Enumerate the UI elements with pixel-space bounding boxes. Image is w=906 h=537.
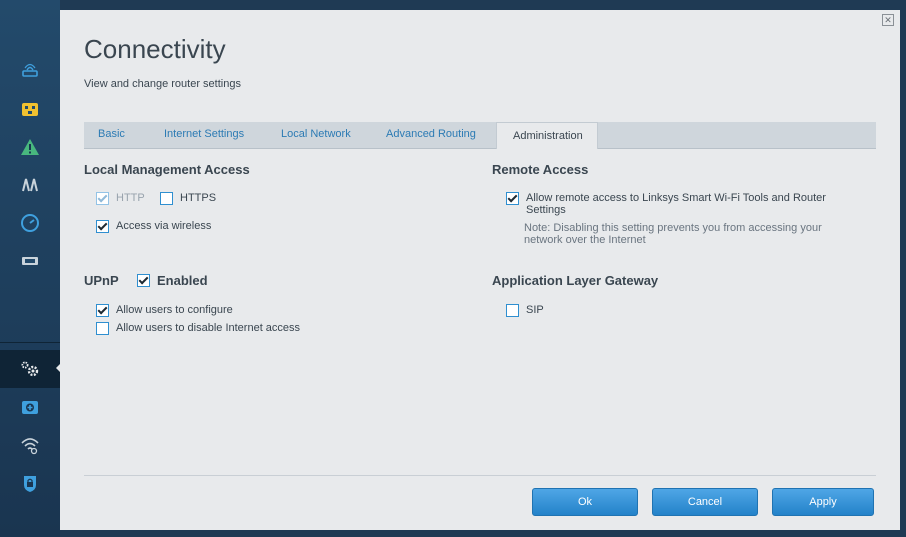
remote-access-heading: Remote Access bbox=[492, 162, 589, 177]
sidebar-item-parental[interactable] bbox=[0, 166, 60, 204]
https-option[interactable]: HTTPS bbox=[160, 192, 216, 205]
sidebar bbox=[0, 0, 62, 537]
wireless-access-checkbox[interactable] bbox=[96, 220, 109, 233]
tab-advanced-routing[interactable]: Advanced Routing bbox=[386, 128, 476, 140]
sidebar-item-usb[interactable] bbox=[0, 242, 60, 280]
sip-checkbox[interactable] bbox=[506, 304, 519, 317]
wireless-icon bbox=[21, 438, 39, 455]
upnp-enabled-label: Enabled bbox=[157, 273, 208, 288]
remote-access-note: Note: Disabling this setting prevents yo… bbox=[524, 222, 822, 246]
settings-panel: ✕ Connectivity View and change router se… bbox=[60, 10, 900, 530]
wireless-access-option[interactable]: Access via wireless bbox=[96, 220, 211, 233]
apply-button[interactable]: Apply bbox=[772, 488, 874, 516]
remote-access-checkbox[interactable] bbox=[506, 192, 519, 205]
router-icon bbox=[22, 63, 38, 77]
allow-configure-option[interactable]: Allow users to configure bbox=[96, 304, 233, 317]
sidebar-item-connectivity[interactable] bbox=[0, 350, 62, 388]
sidebar-item-security[interactable] bbox=[0, 464, 60, 502]
alert-icon bbox=[21, 139, 39, 155]
security-lock-icon bbox=[24, 476, 36, 492]
allow-disable-internet-checkbox[interactable] bbox=[96, 322, 109, 335]
sidebar-item-troubleshooting[interactable] bbox=[0, 388, 60, 426]
upnp-heading: UPnP bbox=[84, 273, 119, 288]
tab-bar: Basic Internet Settings Local Network Ad… bbox=[84, 122, 876, 149]
upnp-enabled-option[interactable]: Enabled bbox=[137, 273, 208, 288]
sidebar-item-router[interactable] bbox=[0, 52, 60, 90]
tab-internet-settings[interactable]: Internet Settings bbox=[164, 128, 244, 140]
upnp-enabled-checkbox[interactable] bbox=[137, 274, 150, 287]
sidebar-item-speed[interactable] bbox=[0, 204, 60, 242]
settings-gear-icon bbox=[21, 361, 39, 377]
sip-option[interactable]: SIP bbox=[506, 304, 544, 317]
close-icon[interactable]: ✕ bbox=[882, 14, 894, 26]
allow-configure-label: Allow users to configure bbox=[116, 304, 233, 316]
troubleshooting-icon bbox=[22, 401, 38, 414]
https-checkbox[interactable] bbox=[160, 192, 173, 205]
ok-button[interactable]: Ok bbox=[532, 488, 638, 516]
http-option[interactable]: HTTP bbox=[96, 192, 145, 205]
allow-configure-checkbox[interactable] bbox=[96, 304, 109, 317]
device-list-icon bbox=[22, 103, 38, 116]
http-checkbox[interactable] bbox=[96, 192, 109, 205]
alg-heading: Application Layer Gateway bbox=[492, 273, 659, 288]
footer-divider bbox=[84, 475, 876, 476]
remote-access-option[interactable]: Allow remote access to Linksys Smart Wi-… bbox=[506, 192, 846, 216]
sip-label: SIP bbox=[526, 304, 544, 316]
cancel-button[interactable]: Cancel bbox=[652, 488, 758, 516]
tab-administration-label: Administration bbox=[513, 130, 583, 142]
remote-access-label: Allow remote access to Linksys Smart Wi-… bbox=[526, 192, 826, 216]
tab-local-network[interactable]: Local Network bbox=[281, 128, 351, 140]
speed-test-icon bbox=[21, 214, 39, 232]
tab-basic[interactable]: Basic bbox=[98, 128, 125, 140]
allow-disable-internet-label: Allow users to disable Internet access bbox=[116, 322, 301, 334]
sidebar-item-wireless[interactable] bbox=[0, 426, 60, 464]
http-label: HTTP bbox=[116, 192, 145, 204]
page-title: Connectivity bbox=[84, 34, 226, 64]
wireless-access-label: Access via wireless bbox=[116, 220, 212, 232]
local-management-heading: Local Management Access bbox=[84, 162, 250, 177]
allow-disable-internet-option[interactable]: Allow users to disable Internet access bbox=[96, 322, 300, 335]
sidebar-item-alerts[interactable] bbox=[0, 128, 60, 166]
sidebar-item-devices[interactable] bbox=[0, 90, 60, 128]
usb-storage-icon bbox=[22, 257, 38, 265]
page-subtitle: View and change router settings bbox=[84, 78, 241, 90]
tab-administration[interactable]: Administration bbox=[496, 122, 598, 149]
parental-controls-icon bbox=[22, 178, 38, 192]
https-label: HTTPS bbox=[180, 192, 217, 204]
